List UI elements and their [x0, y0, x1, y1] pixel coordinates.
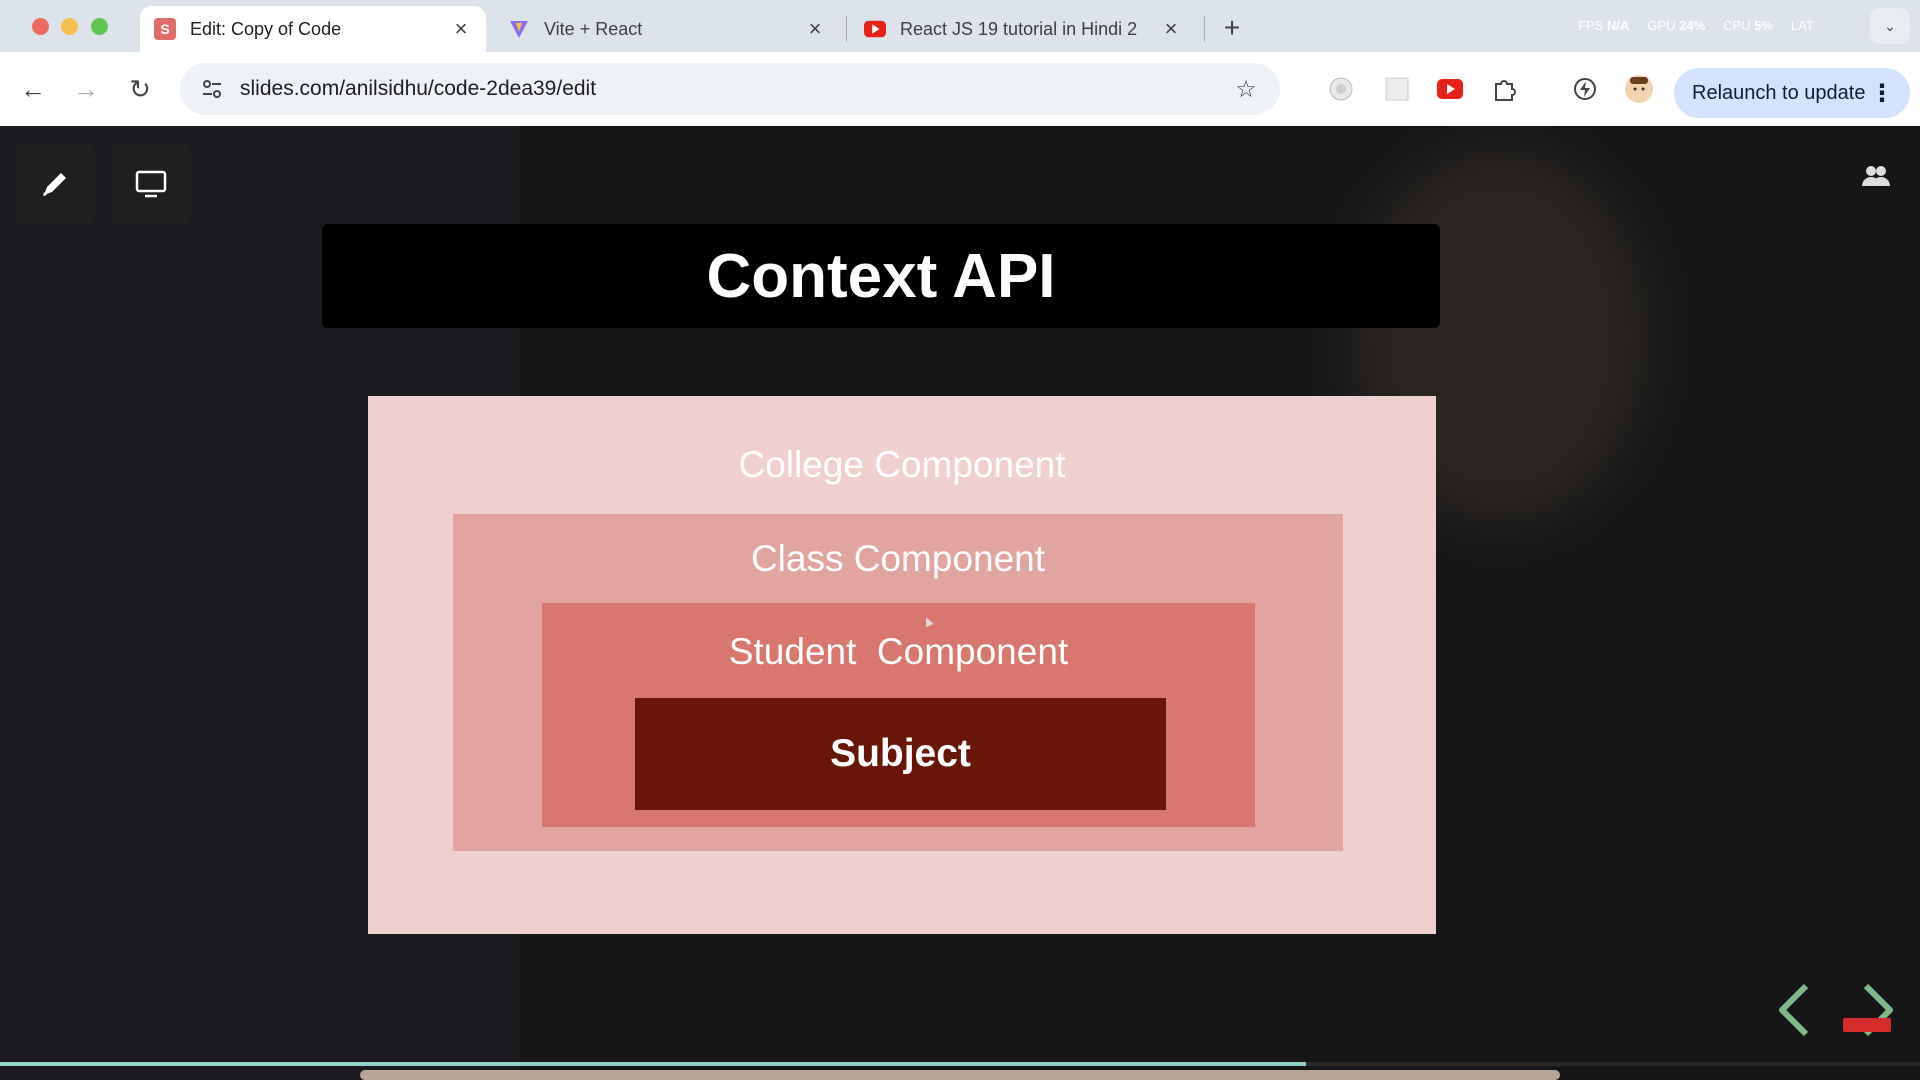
extension-grid-icon[interactable]	[1380, 72, 1414, 106]
tab-title: Vite + React	[544, 18, 643, 39]
performance-icon[interactable]	[1568, 72, 1602, 106]
subject-label: Subject	[830, 732, 971, 775]
tab-slides-edit[interactable]: S Edit: Copy of Code ×	[140, 6, 486, 52]
cpu-stat: CPU 5%	[1723, 18, 1774, 33]
performance-stats: FPS N/A GPU 24% CPU 5% LAT	[1578, 18, 1814, 33]
student-component-label: Student Component	[728, 631, 1069, 672]
tab-youtube-video[interactable]: React JS 19 tutorial in Hindi 2 ×	[850, 6, 1196, 52]
present-mode-button[interactable]	[111, 144, 191, 224]
subject-box[interactable]: Subject	[635, 698, 1166, 810]
dock-strip	[360, 1070, 1560, 1080]
relaunch-to-update-button[interactable]: Relaunch to update ⋮	[1674, 68, 1910, 118]
chevron-left-icon	[1779, 983, 1809, 1037]
youtube-extension-icon[interactable]	[1433, 72, 1467, 106]
tab-title: Edit: Copy of Code	[190, 18, 342, 39]
tab-separator	[846, 16, 847, 42]
close-icon[interactable]: ×	[450, 16, 472, 41]
tab-title: React JS 19 tutorial in Hindi 2	[900, 18, 1138, 39]
maximize-window-button[interactable]	[91, 18, 108, 35]
reload-button[interactable]: ↻	[121, 70, 159, 108]
relaunch-label: Relaunch to update	[1692, 81, 1866, 104]
youtube-favicon-icon	[864, 18, 886, 40]
people-icon	[1862, 166, 1890, 186]
profile-avatar[interactable]	[1622, 72, 1656, 106]
college-component-label: College Component	[738, 444, 1066, 485]
url-text[interactable]: slides.com/anilsidhu/code-2dea39/edit	[240, 77, 1226, 101]
new-tab-button[interactable]: +	[1216, 12, 1248, 44]
class-component-label: Class Component	[750, 538, 1046, 579]
vite-favicon-icon	[508, 18, 530, 40]
monitor-icon	[135, 170, 167, 198]
forward-button[interactable]: →	[67, 70, 105, 108]
slides-favicon-icon: S	[154, 18, 176, 40]
collaborators-button[interactable]	[1856, 156, 1896, 196]
close-icon[interactable]: ×	[1160, 16, 1182, 41]
tab-bar: S Edit: Copy of Code × Vite + React × Re…	[0, 0, 1920, 52]
fps-stat: FPS N/A	[1578, 18, 1630, 33]
extensions-puzzle-icon[interactable]	[1488, 72, 1522, 106]
subscribe-badge	[1843, 1018, 1891, 1032]
pen-tool-button[interactable]	[15, 144, 95, 224]
presentation-progress-bar	[0, 1062, 1920, 1066]
extension-sync-icon[interactable]	[1324, 72, 1358, 106]
tab-vite-react[interactable]: Vite + React ×	[494, 6, 840, 52]
close-icon[interactable]: ×	[804, 16, 826, 41]
tab-separator	[1204, 16, 1205, 42]
address-bar[interactable]: slides.com/anilsidhu/code-2dea39/edit ☆	[180, 63, 1280, 115]
previous-slide-button[interactable]	[1770, 980, 1818, 1040]
presentation-progress-fill	[0, 1062, 1306, 1066]
slide-title-block[interactable]: Context API	[322, 224, 1440, 328]
reload-icon: ↻	[129, 73, 151, 104]
lat-stat: LAT	[1791, 18, 1814, 33]
chevron-down-icon: ⌄	[1884, 17, 1896, 34]
back-button[interactable]: ←	[14, 70, 52, 108]
arrow-left-icon: ←	[20, 73, 46, 104]
minimize-window-button[interactable]	[61, 18, 78, 35]
site-settings-icon[interactable]	[192, 78, 232, 100]
bookmark-star-icon[interactable]: ☆	[1226, 75, 1266, 104]
arrow-right-icon: →	[73, 73, 99, 104]
pen-icon	[43, 173, 66, 196]
slide-title: Context API	[706, 241, 1056, 311]
tab-search-button[interactable]: ⌄	[1870, 8, 1910, 44]
browser-toolbar: ← → ↻ slides.com/anilsidhu/code-2dea39/e…	[0, 52, 1920, 126]
gpu-stat: GPU 24%	[1647, 18, 1706, 33]
slides-editor: Context API College Component Class Comp…	[0, 126, 1920, 1080]
close-window-button[interactable]	[32, 18, 49, 35]
more-vert-icon[interactable]: ⋮	[1870, 79, 1894, 108]
